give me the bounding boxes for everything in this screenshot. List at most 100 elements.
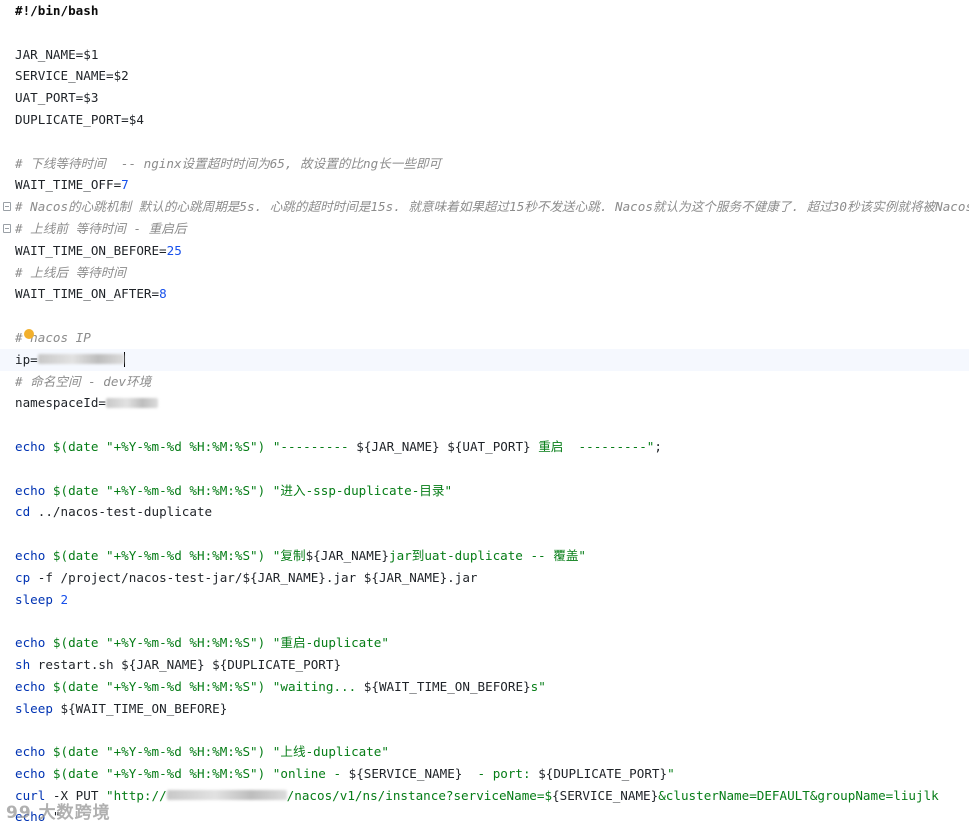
code-token: 7 <box>121 177 129 193</box>
code-token: # 上线前 等待时间 - 重启后 <box>15 220 187 236</box>
code-line[interactable] <box>0 22 969 44</box>
code-line[interactable]: # 下线等待时间 -- nginx设置超时时间为65, 故设置的比ng长一些即可 <box>0 153 969 175</box>
code-line[interactable]: # 上线后 等待时间 <box>0 262 969 284</box>
code-line[interactable]: # Nacos的心跳机制 默认的心跳周期是5s. 心跳的超时时间是15s. 就意… <box>0 196 969 218</box>
code-token: $(date "+%Y-%m-%d %H:%M:%S") "上线-duplica… <box>52 744 389 760</box>
code-line[interactable]: # 上线前 等待时间 - 重启后 <box>0 218 969 240</box>
editor-lines: #!/bin/bash JAR_NAME=$1 SERVICE_NAME=$2 UAT… <box>0 0 969 828</box>
code-token: cd <box>15 504 38 520</box>
intention-bulb-icon[interactable] <box>24 328 34 339</box>
code-token: &clusterName=DEFAULT&groupName=liujlk <box>658 787 939 803</box>
code-token: WAIT_TIME_OFF= <box>15 177 122 193</box>
code-token: echo <box>15 765 53 781</box>
code-token: WAIT_TIME_ON_AFTER= <box>15 286 160 302</box>
redacted-value <box>106 397 158 408</box>
code-line[interactable]: cd ../nacos-test-duplicate <box>0 501 969 523</box>
code-token: # 下线等待时间 -- nginx设置超时时间为65, 故设置的比ng长一些即可 <box>15 155 442 171</box>
code-token: /nacos/v1/ns/instance?serviceName=$ <box>286 787 553 803</box>
code-line[interactable]: cp -f /project/nacos-test-jar/${JAR_NAME… <box>0 567 969 589</box>
fold-toggle-icon[interactable] <box>3 202 11 212</box>
code-token: echo <box>15 678 53 694</box>
code-token: # 命名空间 - dev环境 <box>15 373 152 389</box>
code-line[interactable]: echo $(date "+%Y-%m-%d %H:%M:%S") "重启-du… <box>0 632 969 654</box>
code-token: 重启 ---------" <box>530 438 655 454</box>
code-line[interactable]: echo $(date "+%Y-%m-%d %H:%M:%S") "进入-ss… <box>0 480 969 502</box>
code-token: 2 <box>60 591 69 607</box>
code-line[interactable]: UAT_PORT=$3 <box>0 87 969 109</box>
text-cursor <box>123 351 126 367</box>
code-token: # 上线后 等待时间 <box>15 264 126 280</box>
code-token: JAR_NAME=$1 <box>15 46 99 62</box>
code-token: SERVICE_NAME=$2 <box>15 68 129 84</box>
code-token: - port: <box>462 765 539 781</box>
code-line[interactable]: echo $(date "+%Y-%m-%d %H:%M:%S") "-----… <box>0 436 969 458</box>
fold-toggle-icon[interactable] <box>3 223 11 233</box>
code-token: ${DUPLICATE_PORT} <box>538 765 668 781</box>
code-line[interactable]: WAIT_TIME_ON_BEFORE=25 <box>0 240 969 262</box>
code-line[interactable]: #!/bin/bash <box>0 0 969 22</box>
code-token: s" <box>530 678 546 694</box>
code-token: ${JAR_NAME} ${UAT_PORT} <box>356 438 531 454</box>
code-line[interactable]: # 命名空间 - dev环境 <box>0 371 969 393</box>
code-line[interactable] <box>0 414 969 436</box>
code-token: $(date "+%Y-%m-%d %H:%M:%S") "online - <box>52 765 349 781</box>
code-token: {SERVICE_NAME} <box>552 787 659 803</box>
code-token: -f /project/nacos-test-jar/${JAR_NAME}.j… <box>37 569 478 585</box>
code-token: jar到uat-duplicate -- 覆盖" <box>388 547 586 563</box>
code-line[interactable] <box>0 610 969 632</box>
code-token: restart.sh ${JAR_NAME} ${DUPLICATE_PORT} <box>37 656 342 672</box>
code-line[interactable]: # nacos IP <box>0 327 969 349</box>
code-line[interactable]: echo " <box>0 806 969 828</box>
code-line[interactable]: ip= <box>0 348 969 371</box>
code-token: "+%Y-%m-%d %H:%M:%S") <box>106 438 266 454</box>
code-editor[interactable]: #!/bin/bash JAR_NAME=$1 SERVICE_NAME=$2 UAT… <box>0 0 969 830</box>
code-token: ip= <box>15 351 38 367</box>
code-token: "http:// <box>106 787 167 803</box>
code-line[interactable]: echo $(date "+%Y-%m-%d %H:%M:%S") "复制${J… <box>0 545 969 567</box>
code-line[interactable]: sleep 2 <box>0 589 969 611</box>
code-token: ${SERVICE_NAME} <box>348 765 463 781</box>
code-token: sh <box>15 656 38 672</box>
code-line[interactable]: echo $(date "+%Y-%m-%d %H:%M:%S") "waiti… <box>0 676 969 698</box>
code-token: echo <box>15 438 53 454</box>
code-token: ${WAIT_TIME_ON_BEFORE} <box>363 678 531 694</box>
code-line[interactable]: SERVICE_NAME=$2 <box>0 65 969 87</box>
code-line[interactable] <box>0 719 969 741</box>
code-token: cp <box>15 569 38 585</box>
code-line[interactable]: WAIT_TIME_OFF=7 <box>0 174 969 196</box>
code-line[interactable]: echo $(date "+%Y-%m-%d %H:%M:%S") "上线-du… <box>0 741 969 763</box>
code-token: ${WAIT_TIME_ON_BEFORE} <box>60 700 228 716</box>
code-token: DUPLICATE_PORT=$4 <box>15 111 144 127</box>
code-token: echo <box>15 744 53 760</box>
code-token: " <box>667 765 675 781</box>
code-line[interactable]: namespaceId= <box>0 392 969 414</box>
code-line[interactable]: echo $(date "+%Y-%m-%d %H:%M:%S") "onlin… <box>0 763 969 785</box>
code-token: echo <box>15 482 53 498</box>
code-line[interactable]: WAIT_TIME_ON_AFTER=8 <box>0 283 969 305</box>
code-line[interactable]: curl -X PUT "http:///nacos/v1/ns/instanc… <box>0 785 969 807</box>
code-token: ; <box>654 438 662 454</box>
redacted-value <box>166 790 287 801</box>
code-line[interactable] <box>0 458 969 480</box>
code-token: ../nacos-test-duplicate <box>37 504 213 520</box>
code-token: "--------- <box>265 438 357 454</box>
code-token: $(date "+%Y-%m-%d %H:%M:%S") "复制 <box>52 547 306 563</box>
code-line[interactable] <box>0 131 969 153</box>
watermark: 99 大数跨境 <box>6 803 111 823</box>
code-line[interactable]: JAR_NAME=$1 <box>0 44 969 66</box>
code-line[interactable] <box>0 305 969 327</box>
code-token: $(date <box>52 438 106 454</box>
code-token: echo <box>15 635 53 651</box>
redacted-value <box>37 354 124 365</box>
code-line[interactable]: sleep ${WAIT_TIME_ON_BEFORE} <box>0 698 969 720</box>
code-token: sleep <box>15 591 61 607</box>
code-token: WAIT_TIME_ON_BEFORE= <box>15 242 167 258</box>
code-line[interactable]: DUPLICATE_PORT=$4 <box>0 109 969 131</box>
code-token: sleep <box>15 700 61 716</box>
code-token: $(date "+%Y-%m-%d %H:%M:%S") "waiting... <box>52 678 364 694</box>
code-line[interactable] <box>0 523 969 545</box>
code-token: $(date "+%Y-%m-%d %H:%M:%S") "重启-duplica… <box>52 635 389 651</box>
code-token: namespaceId= <box>15 395 106 411</box>
code-line[interactable]: sh restart.sh ${JAR_NAME} ${DUPLICATE_PO… <box>0 654 969 676</box>
code-token: $(date "+%Y-%m-%d %H:%M:%S") "进入-ssp-dup… <box>52 482 453 498</box>
